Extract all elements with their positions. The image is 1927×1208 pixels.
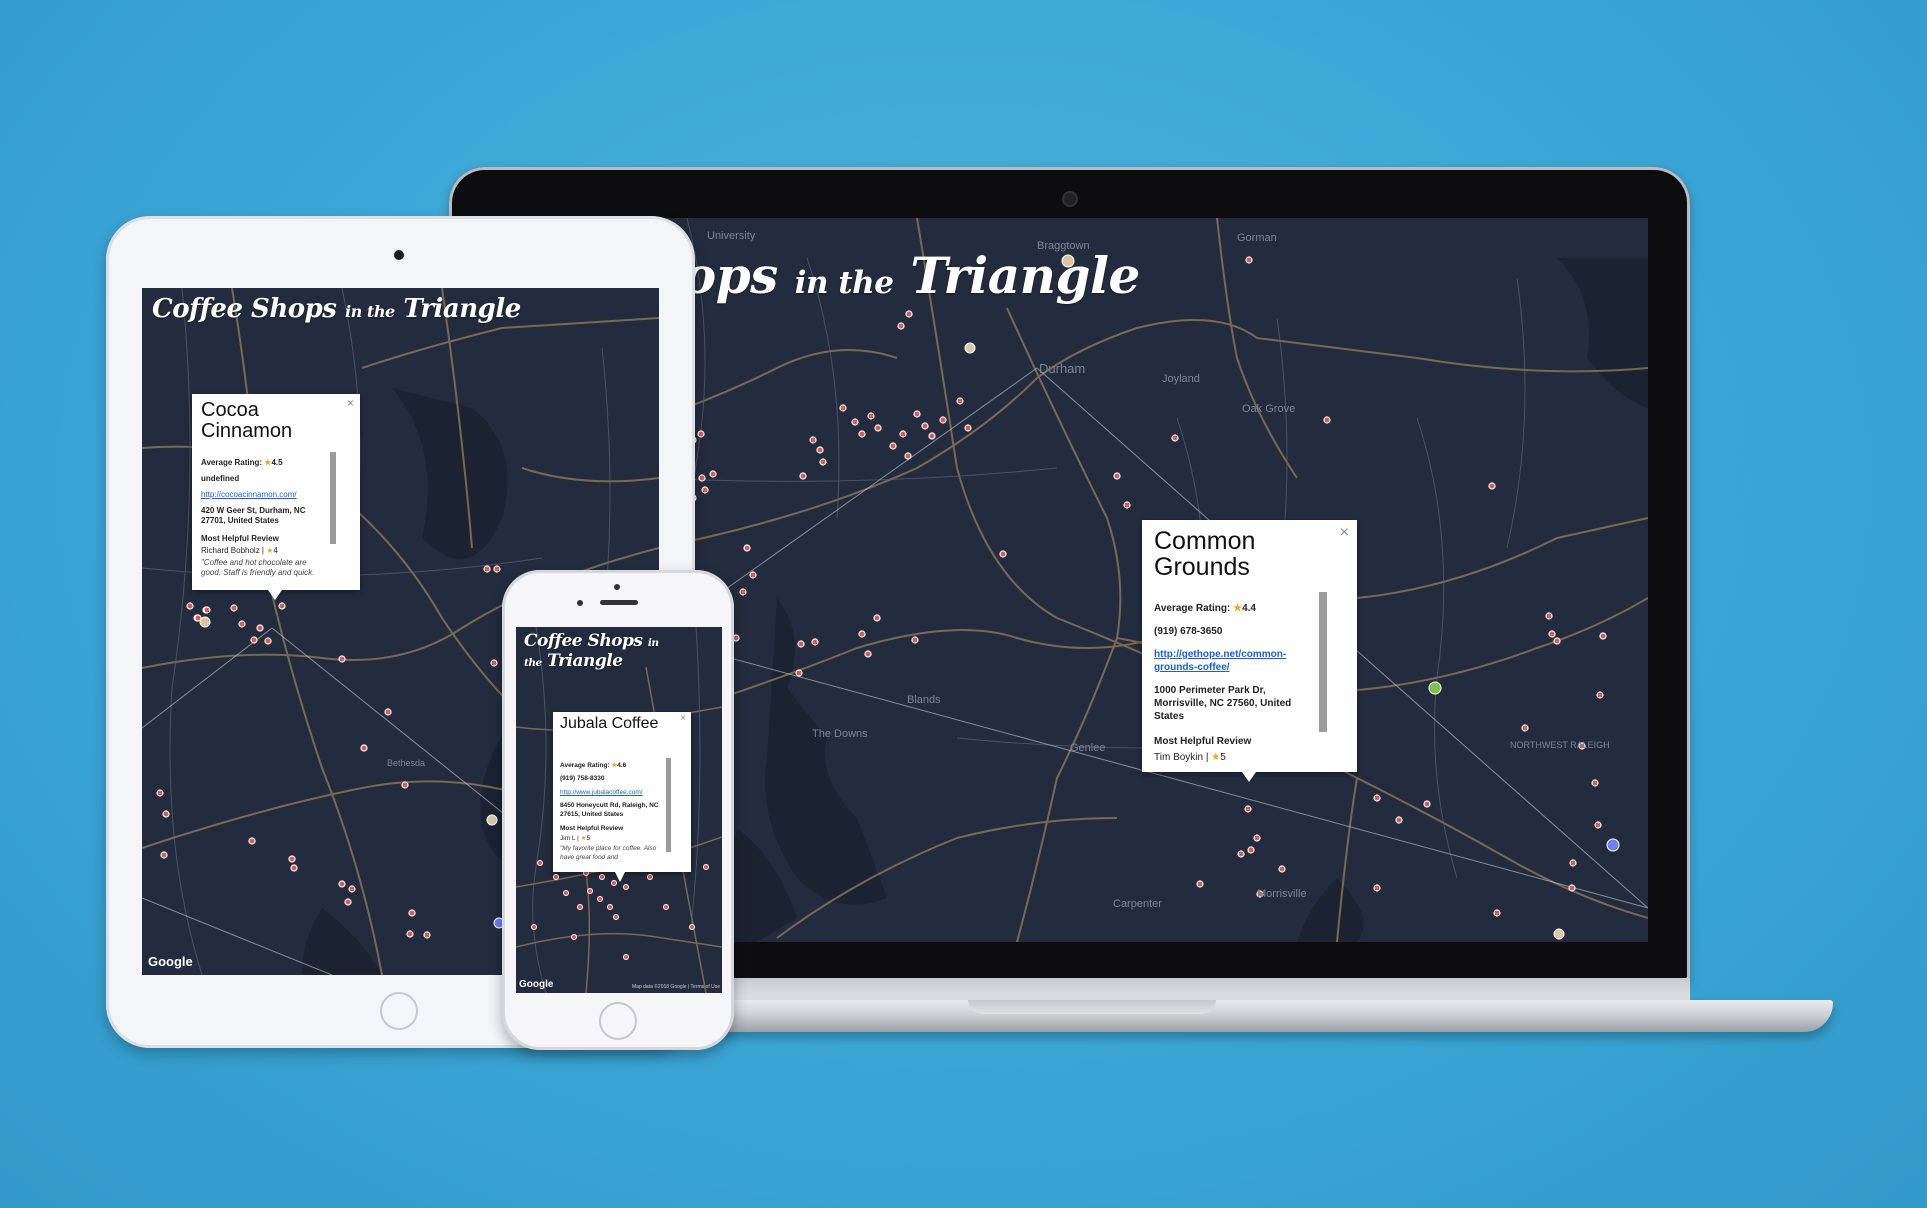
phone-map[interactable]: Coffee Shops in the Triangle Google Map … <box>516 627 722 993</box>
close-icon[interactable]: × <box>680 713 686 724</box>
rating-value: 4.5 <box>271 458 283 467</box>
star-icon: ★ <box>1211 752 1221 763</box>
title-part: Triangle <box>910 246 1140 305</box>
website-link[interactable]: http://www.jubalacoffee.com/ <box>560 789 664 797</box>
review-text: "My favorite place for coffee. Also have… <box>560 845 657 861</box>
rating-value: 4.4 <box>1242 603 1256 614</box>
app-title: Coffee Shops in the Triangle <box>524 631 664 672</box>
map-label: Carpenter <box>1113 898 1162 910</box>
review-label: Most Helpful Review <box>1154 736 1252 747</box>
reviewer-name: Tim Boykin <box>1154 752 1204 763</box>
title-part: in the <box>344 302 395 321</box>
info-body: Average Rating: ★4.6 (919) 758-8330 http… <box>560 762 664 862</box>
reviewer-name: Jim L <box>560 834 576 842</box>
title-part: Triangle <box>403 294 521 324</box>
app-title: hops in the Triangle <box>657 246 1140 305</box>
info-window: × Cocoa Cinnamon Average Rating: ★4.5 un… <box>192 394 360 600</box>
map-label: Bethesda <box>387 758 426 768</box>
place-name: Cocoa Cinnamon <box>201 399 293 442</box>
reviewer-row: Tim Boykin | ★5 <box>1154 752 1226 763</box>
close-icon[interactable]: × <box>1340 524 1349 542</box>
rating-row: Average Rating: ★4.5 <box>201 458 326 468</box>
star-icon: ★ <box>1233 603 1243 614</box>
sensor-icon <box>577 600 583 606</box>
phone-number: undefined <box>201 474 240 483</box>
review-rating: 5 <box>586 834 591 842</box>
map-label: Oak Grove <box>1242 403 1296 415</box>
reviewer-row: Richard Bobholz | ★4 <box>201 546 278 555</box>
title-part: Coffee Shops <box>524 631 643 651</box>
google-logo: Google <box>148 954 193 969</box>
info-body: Average Rating: ★4.5 undefined http://co… <box>201 458 326 578</box>
title-part: Triangle <box>547 651 623 672</box>
map-footer[interactable]: Map data ©2018 Google | Terms of Use <box>632 984 720 990</box>
info-tail <box>615 872 625 882</box>
rating-row: Average Rating: ★4.6 <box>560 762 664 770</box>
address: 8450 Honeycutt Rd, Raleigh, NC 27615, Un… <box>560 802 659 818</box>
place-name: Common Grounds <box>1154 527 1256 582</box>
app-title: Coffee Shops in the Triangle <box>152 294 521 324</box>
review-text: "Coffee and hot chocolate are good. Staf… <box>201 558 315 577</box>
map-label: Durham <box>1039 361 1086 376</box>
address: 1000 Perimeter Park Dr, Morrisville, NC … <box>1154 685 1292 722</box>
laptop-notch <box>968 1000 1216 1014</box>
phone-number: (919) 758-8330 <box>560 775 605 783</box>
map-label: Blands <box>907 694 941 706</box>
review-label: Most Helpful Review <box>560 825 624 833</box>
map-label: Joyland <box>1162 373 1200 385</box>
rating-label: Average Rating: <box>1154 603 1231 614</box>
map-label: Genlee <box>1070 742 1106 754</box>
map-label: Morrisville <box>1257 888 1307 900</box>
laptop-map[interactable]: University Braggtown Gorman Durham Joyla… <box>657 218 1648 942</box>
map-label: The Downs <box>812 728 868 740</box>
website-link[interactable]: http://cocoacinnamon.com/ <box>201 490 326 500</box>
rating-row: Average Rating: ★4.4 <box>1154 602 1314 615</box>
rating-value: 4.6 <box>617 762 627 769</box>
title-part: Coffee Shops <box>152 294 337 324</box>
speaker-icon <box>600 600 638 605</box>
camera-icon <box>1062 191 1078 207</box>
place-name: Jubala Coffee <box>560 715 659 732</box>
reviewer-name: Richard Bobholz <box>201 546 260 555</box>
review-label: Most Helpful Review <box>201 534 279 543</box>
info-window: × Common Grounds Average Rating: ★4.4 (9… <box>1142 520 1357 782</box>
scrollbar[interactable] <box>330 452 336 544</box>
reviewer-row: Jim L | ★5 <box>560 834 591 842</box>
review-rating: 5 <box>1220 752 1226 763</box>
info-tail <box>1242 772 1256 782</box>
website-link[interactable]: http://gethope.net/common-grounds-coffee… <box>1154 648 1314 674</box>
map-label: NORTHWEST RALEIGH <box>1510 740 1610 750</box>
map-label: Gorman <box>1237 232 1277 244</box>
scrollbar[interactable] <box>1319 592 1327 732</box>
camera-icon <box>614 584 620 590</box>
home-button[interactable] <box>599 1002 637 1040</box>
close-icon[interactable]: × <box>347 396 354 410</box>
camera-icon <box>394 250 404 260</box>
review-rating: 4 <box>273 546 278 555</box>
map-label: University <box>707 230 756 242</box>
home-button[interactable] <box>380 992 418 1030</box>
phone-number: (919) 678-3650 <box>1154 626 1223 637</box>
address: 420 W Geer St, Durham, NC 27701, United … <box>201 506 306 525</box>
google-logo: Google <box>519 979 554 990</box>
rating-label: Average Rating: <box>560 762 610 769</box>
scrollbar[interactable] <box>666 758 671 852</box>
title-part: in the <box>794 265 894 301</box>
rating-label: Average Rating: <box>201 458 263 467</box>
info-window: × Jubala Coffee Average Rating: ★4.6 (91… <box>553 712 691 882</box>
info-tail <box>268 590 282 600</box>
info-body: Average Rating: ★4.4 (919) 678-3650 http… <box>1154 602 1314 764</box>
